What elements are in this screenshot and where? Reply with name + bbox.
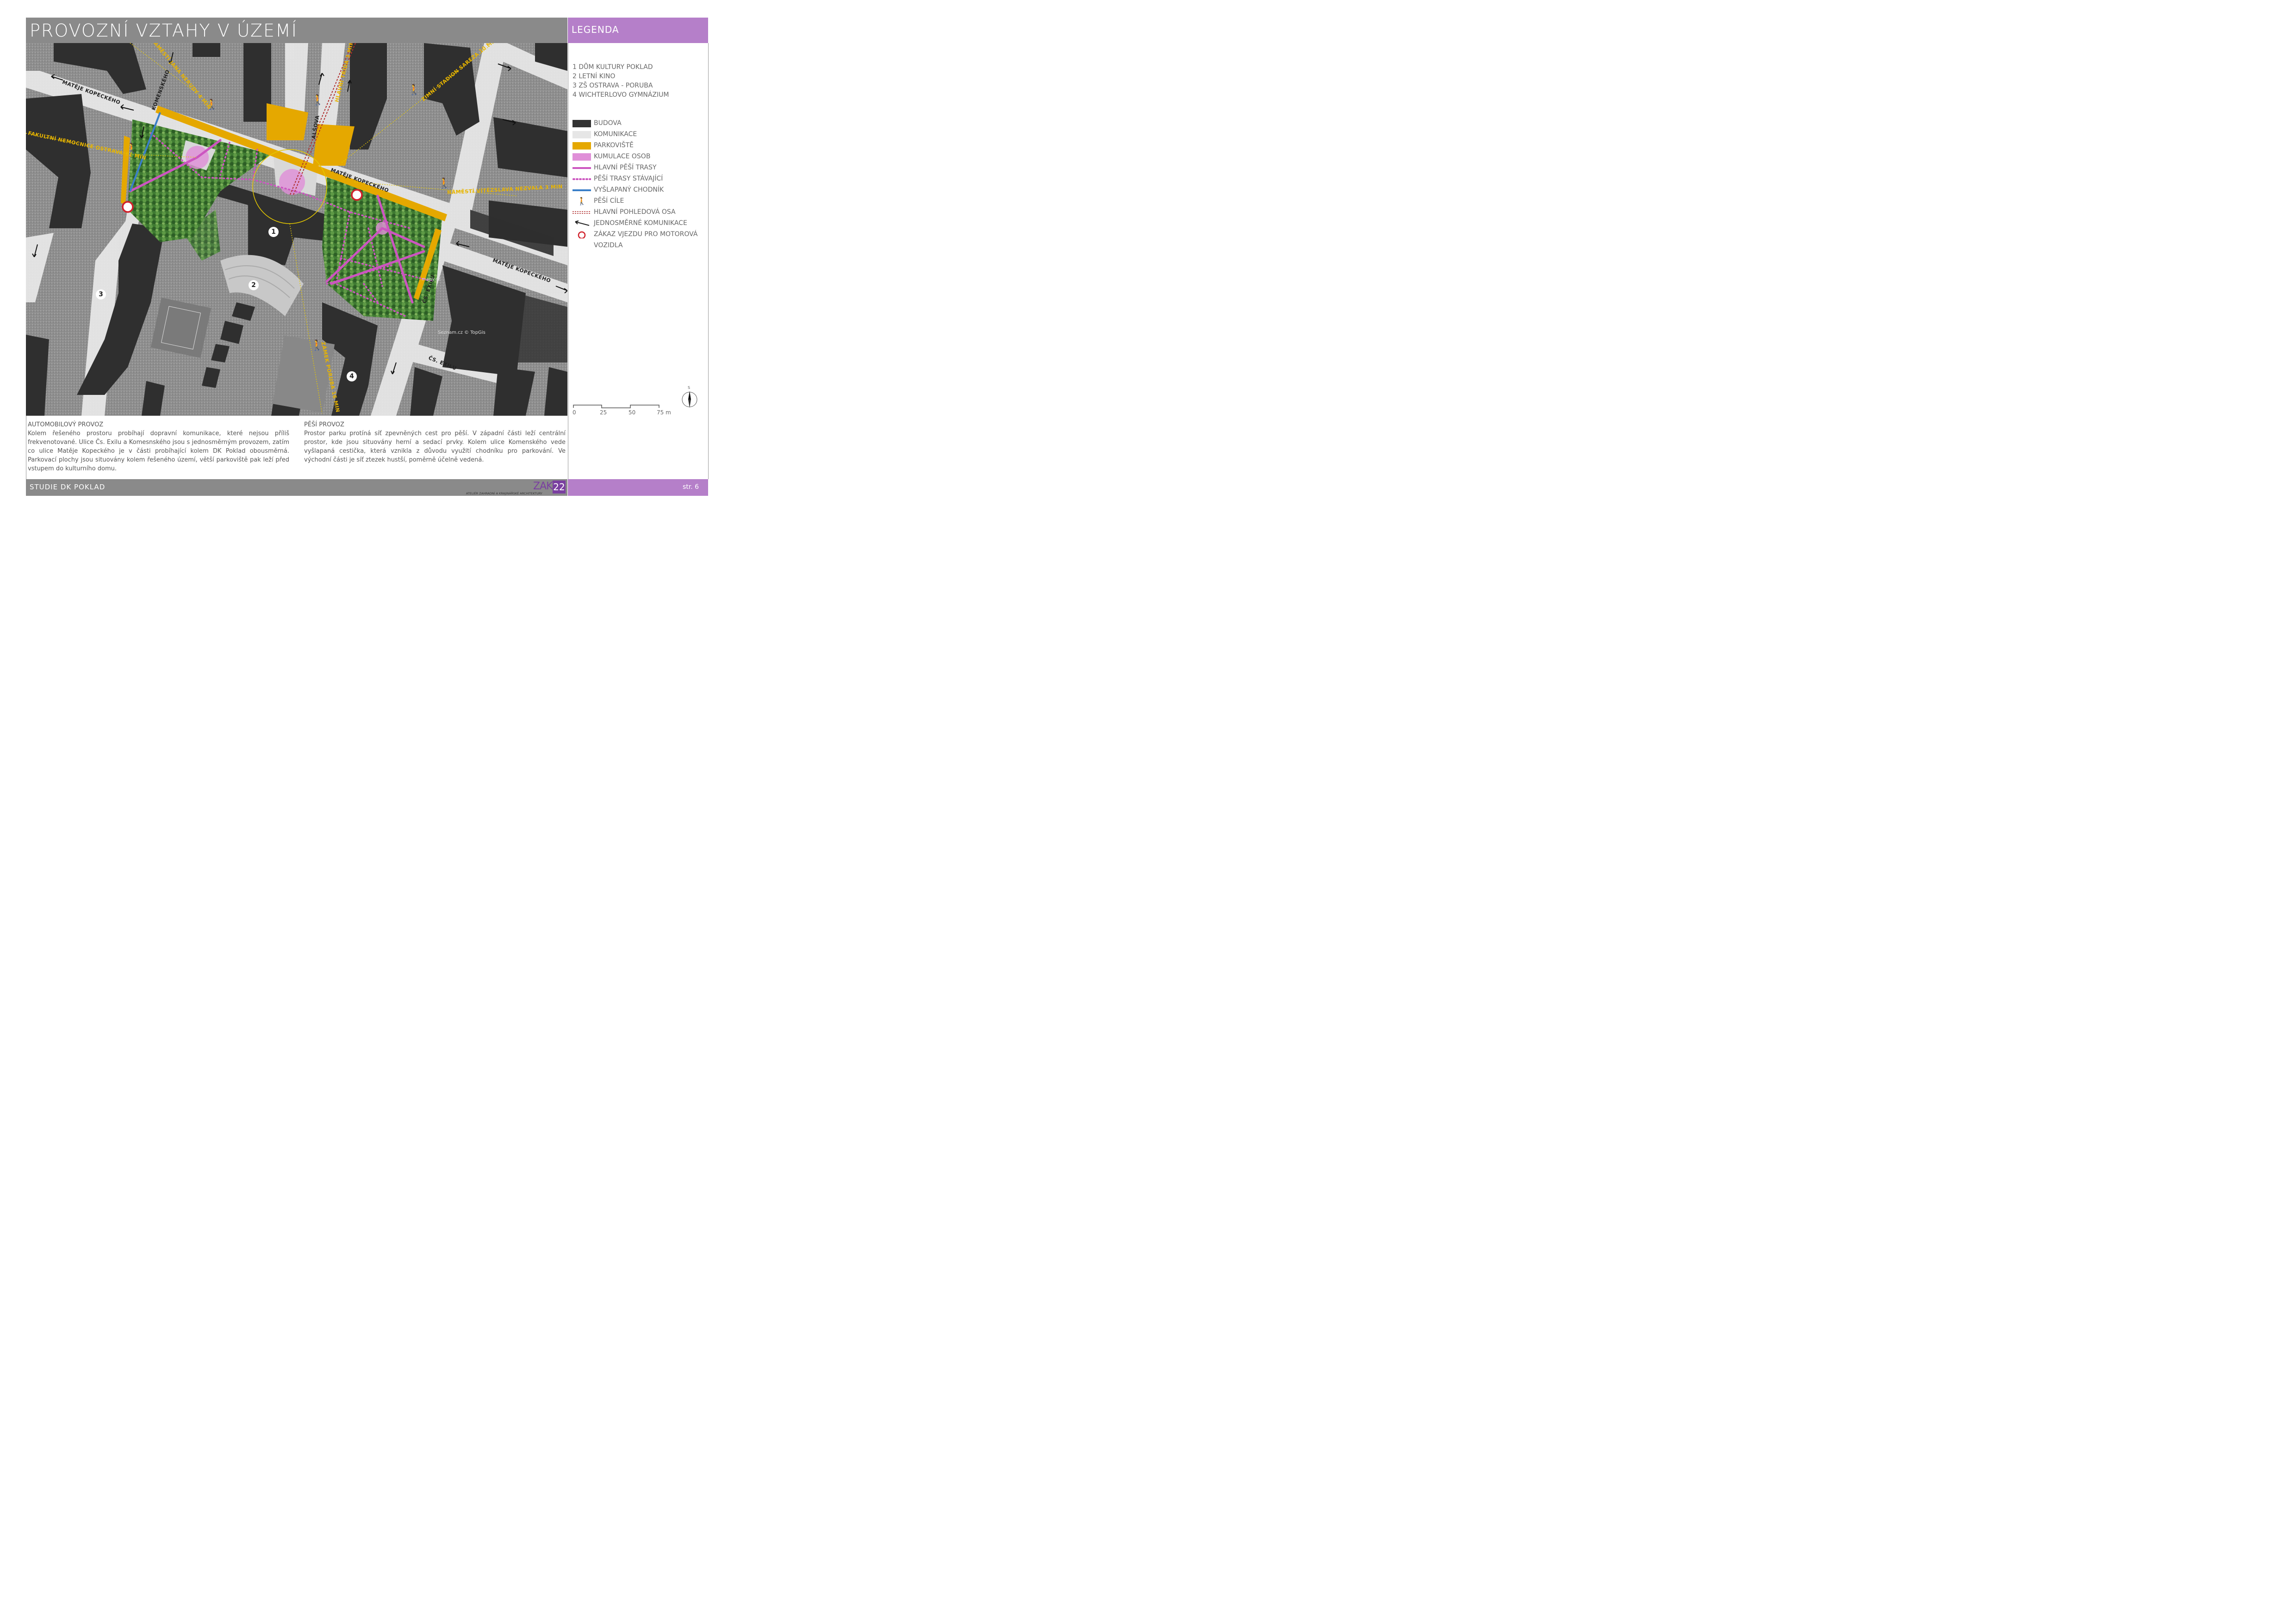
title-bar: PROVOZNÍ VZTAHY V ÚZEMÍ xyxy=(26,18,567,43)
legend-label: BUDOVA xyxy=(594,119,622,127)
trodden-path-swatch xyxy=(572,189,591,191)
pedestrian-heading: PĚŠÍ PROVOZ xyxy=(304,421,344,428)
legend-label: PĚŠÍ CÍLE xyxy=(594,197,624,205)
legend-item: JEDNOSMĚRNÉ KOMUNIKACE xyxy=(572,219,707,229)
scale-labels: 0 25 50 75 m xyxy=(572,409,679,417)
scale-label: 0 xyxy=(572,409,576,416)
pedestrian-icon: 🚶 xyxy=(577,197,586,206)
scale-graphic xyxy=(573,405,660,408)
scale-label: 50 xyxy=(628,409,636,416)
place-item: 1 DŮM KULTURY POKLAD xyxy=(572,63,653,71)
auto-body: Kolem řešeného prostoru probíhají doprav… xyxy=(28,430,289,472)
road-swatch xyxy=(572,131,591,138)
legend-item: PĚŠÍ TRASY STÁVAJÍCÍ xyxy=(572,174,707,184)
legend-item: 🚶 PĚŠÍ CÍLE xyxy=(572,196,707,206)
view-axis-swatch xyxy=(572,211,591,214)
legend-item: BUDOVA xyxy=(572,119,707,129)
pedestrian-body: Prostor parku protíná síť zpevněných ces… xyxy=(304,430,566,463)
place-number: 2 xyxy=(249,280,259,290)
legend-label: VYŠLAPANÝ CHODNÍK xyxy=(594,186,664,194)
auto-column: AUTOMOBILOVÝ PROVOZ Kolem řešeného prost… xyxy=(28,420,289,473)
svg-text:🚶: 🚶 xyxy=(408,84,420,96)
pedestrian-column: PĚŠÍ PROVOZ Prostor parku protíná síť zp… xyxy=(304,420,566,464)
place-number: 3 xyxy=(96,289,106,300)
place-number: 1 xyxy=(268,227,279,237)
legend-label: VOZIDLA xyxy=(594,242,623,249)
site-map: 🚶 🚶 🚶 🚶 🚶 🚶 MATĚJE KOPECKÉHO KOMENSKÉHO … xyxy=(26,43,567,416)
logo-subtitle: ATELIÉR ZAHRADNÍ A KRAJINÁŘSKÉ ARCHITEKT… xyxy=(466,492,542,495)
logo-number: 22 xyxy=(553,481,566,493)
legend-header: LEGENDA xyxy=(568,18,708,43)
legend-title: LEGENDA xyxy=(572,24,619,35)
legend-label: KOMUNIKACE xyxy=(594,131,637,138)
scale-bar: 0 25 50 75 m xyxy=(572,402,674,416)
page-number: str. 6 xyxy=(682,483,699,491)
crowd-swatch xyxy=(572,153,591,161)
building-swatch xyxy=(572,120,591,127)
no-entry-icon xyxy=(578,231,586,238)
legend-item: HLAVNÍ PĚŠÍ TRASY xyxy=(572,163,707,173)
legend-label: PĚŠÍ TRASY STÁVAJÍCÍ xyxy=(594,175,663,182)
study-title: STUDIE DK POKLAD xyxy=(30,483,106,491)
svg-text:🚶: 🚶 xyxy=(438,177,450,189)
footer-page-bar: str. 6 xyxy=(568,479,708,496)
scale-label: 25 xyxy=(600,409,607,416)
map-watermark: Seznam.cz © TopGis xyxy=(438,330,485,335)
places-list: 1 DŮM KULTURY POKLAD 2 LETNÍ KINO 3 ZŠ O… xyxy=(572,62,669,100)
legend-label: JEDNOSMĚRNÉ KOMUNIKACE xyxy=(594,219,687,227)
place-number: 4 xyxy=(347,371,357,381)
map-watermark: mapy.cz xyxy=(422,277,441,282)
auto-heading: AUTOMOBILOVÝ PROVOZ xyxy=(28,421,104,428)
legend-label: HLAVNÍ PĚŠÍ TRASY xyxy=(594,164,657,171)
one-way-arrow-icon xyxy=(575,220,590,226)
page-title: PROVOZNÍ VZTAHY V ÚZEMÍ xyxy=(30,20,298,41)
legend-item: ZÁKAZ VJEZDU PRO MOTOROVÁ xyxy=(572,230,707,240)
legend-item: KOMUNIKACE xyxy=(572,130,707,140)
legend-item: PARKOVIŠTĚ xyxy=(572,141,707,151)
legend-label: PARKOVIŠTĚ xyxy=(594,142,634,149)
compass-icon: S xyxy=(680,386,699,409)
parking-swatch xyxy=(572,142,591,150)
svg-text:🚶: 🚶 xyxy=(311,94,324,106)
legend-item: HLAVNÍ POHLEDOVÁ OSA xyxy=(572,207,707,218)
legend-item: VYŠLAPANÝ CHODNÍK xyxy=(572,185,707,195)
description-area: AUTOMOBILOVÝ PROVOZ Kolem řešeného prost… xyxy=(26,416,568,479)
legend-label: ZÁKAZ VJEZDU PRO MOTOROVÁ xyxy=(594,231,698,238)
legend-item: KUMULACE OSOB xyxy=(572,152,707,162)
main-path-swatch xyxy=(572,167,591,169)
existing-path-swatch xyxy=(572,178,591,180)
scale-label: 75 m xyxy=(657,409,671,416)
place-item: 3 ZŠ OSTRAVA - PORUBA xyxy=(572,82,653,89)
legend-label: KUMULACE OSOB xyxy=(594,153,651,160)
legend-item: VOZIDLA xyxy=(572,241,707,251)
legend-label: HLAVNÍ POHLEDOVÁ OSA xyxy=(594,208,676,216)
place-item: 4 WICHTERLOVO GYMNÁZIUM xyxy=(572,91,669,99)
place-item: 2 LETNÍ KINO xyxy=(572,73,616,80)
